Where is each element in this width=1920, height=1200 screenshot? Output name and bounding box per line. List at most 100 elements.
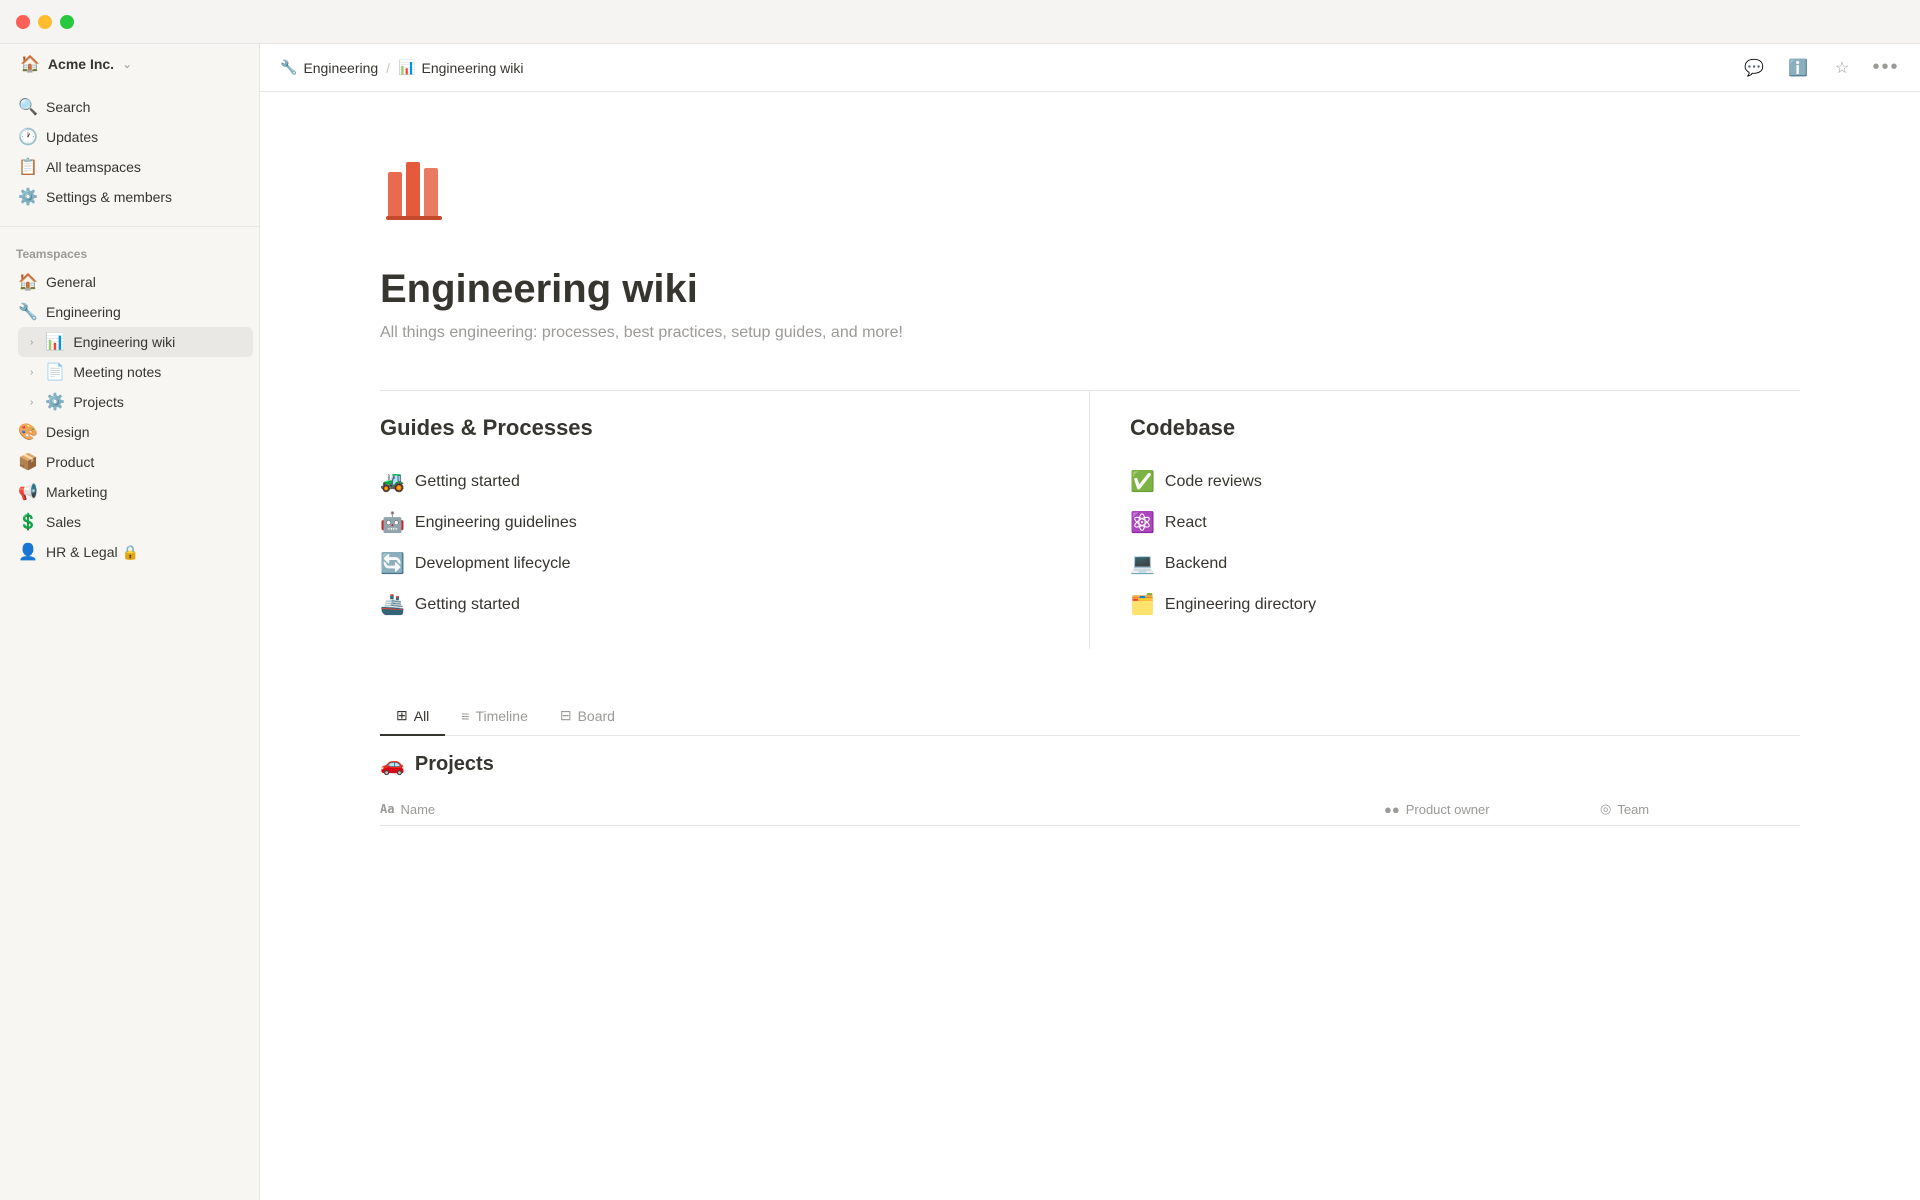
palette-icon: 🎨	[18, 422, 38, 442]
teamspaces-label: Teamspaces	[0, 241, 259, 267]
content-grid: Guides & Processes 🚜 Getting started 🤖 E…	[380, 390, 1800, 649]
link-code-reviews[interactable]: ✅ Code reviews	[1130, 461, 1800, 502]
workspace-icon: 🏠	[20, 54, 40, 74]
workspace-chevron-icon: ⌄	[122, 57, 132, 71]
more-options-icon[interactable]: •••	[1872, 54, 1900, 82]
sidebar-item-meeting-notes[interactable]: › 📄 Meeting notes	[18, 357, 253, 387]
minimize-button[interactable]	[38, 15, 52, 29]
link-engineering-guidelines[interactable]: 🤖 Engineering guidelines	[380, 502, 1049, 543]
checklist-icon: ✅	[1130, 469, 1155, 494]
sidebar-item-marketing[interactable]: 📢 Marketing	[6, 477, 253, 507]
workspace-header[interactable]: 🏠 Acme Inc. ⌄	[6, 44, 253, 84]
projects-section: 🚗 Projects Aa Name ●● Product owner ◎ Te…	[380, 752, 1800, 826]
sidebar-item-label: Engineering wiki	[73, 334, 241, 350]
owner-col-icon: ●●	[1384, 802, 1400, 817]
dollar-icon: 💲	[18, 512, 38, 532]
sidebar-item-label: General	[46, 274, 241, 290]
sidebar-item-design[interactable]: 🎨 Design	[6, 417, 253, 447]
guides-header: Guides & Processes	[380, 415, 1049, 441]
link-label: Engineering directory	[1165, 596, 1316, 614]
link-engineering-directory[interactable]: 🗂️ Engineering directory	[1130, 584, 1800, 625]
topbar-actions: 💬 ℹ️ ☆ •••	[1740, 54, 1900, 82]
breadcrumb-engineering[interactable]: 🔧 Engineering	[280, 59, 378, 76]
robot-icon: 🤖	[380, 510, 405, 535]
sidebar-item-general[interactable]: 🏠 General	[6, 267, 253, 297]
home-icon: 🏠	[18, 272, 38, 292]
sidebar-item-label: Updates	[46, 129, 241, 145]
breadcrumb-wiki-label: Engineering wiki	[422, 60, 524, 76]
sidebar-item-updates[interactable]: 🕐 Updates	[6, 122, 253, 152]
sidebar-item-label: Sales	[46, 514, 241, 530]
table-header-row: Aa Name ●● Product owner ◎ Team	[380, 793, 1800, 826]
atom-icon: ⚛️	[1130, 510, 1155, 535]
main-content: 🔧 Engineering / 📊 Engineering wiki 💬 ℹ️ …	[260, 0, 1920, 1200]
workspace-name: Acme Inc.	[48, 56, 114, 72]
guides-column: Guides & Processes 🚜 Getting started 🤖 E…	[380, 391, 1090, 649]
star-icon[interactable]: ☆	[1828, 54, 1856, 82]
link-label: Development lifecycle	[415, 555, 571, 573]
sidebar: 🏠 Acme Inc. ⌄ 🔍 Search 🕐 Updates 📋 All t…	[0, 0, 260, 1200]
wiki-breadcrumb-icon: 📊	[398, 59, 415, 76]
sidebar-item-hr-legal[interactable]: 👤 HR & Legal 🔒	[6, 537, 253, 567]
tab-all[interactable]: ⊞ All	[380, 697, 445, 736]
sidebar-item-all-teamspaces[interactable]: 📋 All teamspaces	[6, 152, 253, 182]
link-react[interactable]: ⚛️ React	[1130, 502, 1800, 543]
projects-section-header: 🚗 Projects	[380, 752, 1800, 777]
codebase-column: Codebase ✅ Code reviews ⚛️ React 💻 Backe…	[1090, 391, 1800, 649]
col-team-label: Team	[1617, 802, 1649, 817]
timeline-tab-icon: ≡	[461, 708, 469, 724]
link-backend[interactable]: 💻 Backend	[1130, 543, 1800, 584]
chevron-right-icon: ›	[30, 397, 33, 408]
link-label: Code reviews	[1165, 473, 1262, 491]
engineering-icon: 🔧	[280, 59, 297, 76]
col-name-label: Name	[400, 802, 435, 817]
sidebar-item-label: Search	[46, 99, 241, 115]
sidebar-item-label: HR & Legal 🔒	[46, 544, 241, 561]
sidebar-item-projects[interactable]: › ⚙️ Projects	[18, 387, 253, 417]
maximize-button[interactable]	[60, 15, 74, 29]
sidebar-item-sales[interactable]: 💲 Sales	[6, 507, 253, 537]
all-tab-icon: ⊞	[396, 707, 408, 724]
page-title: Engineering wiki	[380, 267, 1800, 312]
person-icon: 👤	[18, 542, 38, 562]
col-owner-label: Product owner	[1406, 802, 1490, 817]
notes-icon: 📄	[45, 362, 65, 382]
sidebar-item-engineering-wiki[interactable]: › 📊 Engineering wiki	[18, 327, 253, 357]
sidebar-item-settings[interactable]: ⚙️ Settings & members	[6, 182, 253, 212]
tractor-icon: 🚜	[380, 469, 405, 494]
breadcrumb-engineering-label: Engineering	[303, 60, 378, 76]
projects-label: Projects	[415, 753, 494, 776]
breadcrumb-wiki[interactable]: 📊 Engineering wiki	[398, 59, 523, 76]
wrench-icon: 🔧	[18, 302, 38, 322]
sidebar-item-engineering[interactable]: 🔧 Engineering	[6, 297, 253, 327]
refresh-icon: 🔄	[380, 551, 405, 576]
tab-all-label: All	[414, 708, 430, 724]
chevron-right-icon: ›	[30, 367, 33, 378]
info-icon[interactable]: ℹ️	[1784, 54, 1812, 82]
link-development-lifecycle[interactable]: 🔄 Development lifecycle	[380, 543, 1049, 584]
sidebar-item-label: Design	[46, 424, 241, 440]
sidebar-item-search[interactable]: 🔍 Search	[6, 92, 253, 122]
sidebar-item-label: Marketing	[46, 484, 241, 500]
sidebar-item-label: Product	[46, 454, 241, 470]
box-icon: 📦	[18, 452, 38, 472]
nav-section: 🔍 Search 🕐 Updates 📋 All teamspaces ⚙️ S…	[0, 84, 259, 220]
gear-icon: ⚙️	[18, 187, 38, 207]
tab-board[interactable]: ⊟ Board	[544, 697, 631, 736]
sidebar-item-label: Engineering	[46, 304, 241, 320]
projects-icon: ⚙️	[45, 392, 65, 412]
board-tab-icon: ⊟	[560, 707, 572, 724]
link-getting-started-1[interactable]: 🚜 Getting started	[380, 461, 1049, 502]
tab-board-label: Board	[578, 708, 615, 724]
sidebar-item-product[interactable]: 📦 Product	[6, 447, 253, 477]
link-getting-started-2[interactable]: 🚢 Getting started	[380, 584, 1049, 625]
comment-icon[interactable]: 💬	[1740, 54, 1768, 82]
link-label: Getting started	[415, 596, 520, 614]
link-label: Getting started	[415, 473, 520, 491]
team-col-icon: ◎	[1600, 801, 1611, 817]
tab-timeline[interactable]: ≡ Timeline	[445, 698, 544, 736]
clock-icon: 🕐	[18, 127, 38, 147]
search-icon: 🔍	[18, 97, 38, 117]
projects-emoji-icon: 🚗	[380, 752, 405, 777]
close-button[interactable]	[16, 15, 30, 29]
